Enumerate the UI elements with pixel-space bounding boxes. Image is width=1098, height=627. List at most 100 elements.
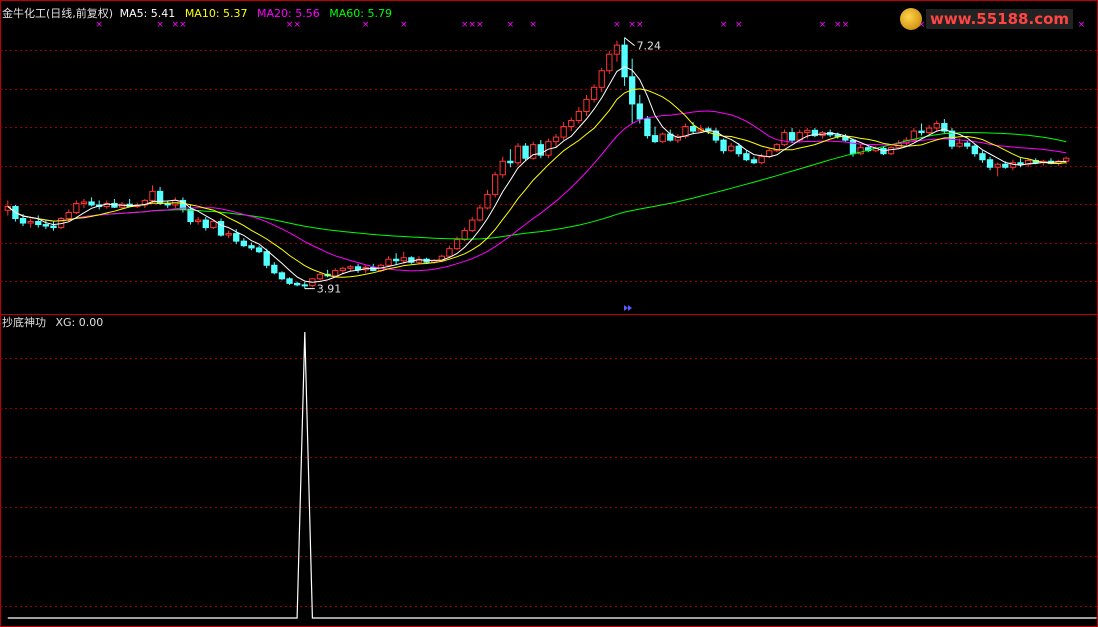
- candle-up: [385, 258, 392, 266]
- signal-marker: ×: [507, 20, 515, 30]
- signal-marker: ×: [156, 20, 164, 30]
- indicator-panel: [7, 331, 1097, 619]
- signal-marker: ×: [819, 20, 827, 30]
- candle-down: [964, 142, 971, 147]
- candle-down: [271, 264, 278, 274]
- candlesticks: [4, 37, 1070, 289]
- signal-marker: ×: [1078, 20, 1086, 30]
- candle-up: [225, 233, 232, 236]
- candle-down: [293, 282, 301, 286]
- candle-up: [461, 230, 468, 241]
- price-annotations: 7.24 3.91: [304, 37, 661, 296]
- ma5-label: MA5: 5.41: [119, 7, 176, 20]
- signal-marker: ×: [613, 20, 621, 30]
- candle-down: [918, 130, 925, 134]
- candle-down: [522, 145, 529, 159]
- candle-down: [50, 225, 57, 229]
- candle-down: [979, 153, 986, 161]
- signal-marker: ×: [400, 20, 408, 30]
- signal-marker: ×: [834, 20, 842, 30]
- indicator-value: XG: 0.00: [55, 316, 104, 329]
- candle-up: [994, 163, 1001, 168]
- candle-up: [598, 70, 605, 88]
- xg-line: [7, 331, 1097, 619]
- candle-down: [240, 240, 248, 247]
- ma60-label: MA60: 5.79: [329, 7, 392, 20]
- candle-up: [194, 219, 202, 223]
- candle-up: [552, 136, 560, 143]
- candle-down: [202, 219, 209, 229]
- candle-down: [248, 245, 255, 249]
- candle-up: [316, 273, 324, 280]
- scroll-arrow-icon: [624, 305, 632, 311]
- outer-border: [0, 0, 1098, 627]
- candle-up: [514, 145, 522, 164]
- signal-marker: ×: [95, 20, 103, 30]
- candle-up: [469, 219, 476, 232]
- candle-down: [286, 278, 293, 284]
- ma10-line: [7, 88, 1067, 278]
- grid-lines: [0, 0, 1098, 627]
- candle-down: [1002, 163, 1009, 168]
- ma20-label: MA20: 5.56: [257, 7, 320, 20]
- candle-down: [636, 103, 643, 120]
- signal-marker: ×: [529, 20, 537, 30]
- candle-down: [278, 272, 286, 280]
- candle-down: [1017, 162, 1024, 165]
- signal-marker: ×: [461, 20, 469, 30]
- signal-marker: ×: [735, 20, 743, 30]
- watermark-logo: www.55188.com: [900, 6, 1074, 32]
- candle-up: [613, 44, 621, 55]
- candle-up: [887, 147, 895, 155]
- candle-down: [263, 251, 270, 266]
- candle-up: [583, 98, 590, 112]
- candle-up: [758, 156, 765, 164]
- candle-down: [971, 145, 978, 155]
- stock-chart: ×××××××××××××××××××××××××××××× 7.243.91: [0, 0, 1098, 627]
- candle-up: [400, 257, 407, 262]
- indicator-title: 抄底神功: [2, 316, 46, 329]
- ma10-label: MA10: 5.37: [184, 7, 248, 20]
- indicator-header: 抄底神功 XG: 0.00: [2, 316, 103, 329]
- candle-down: [743, 153, 750, 161]
- candle-down: [35, 221, 42, 226]
- candle-up: [568, 120, 575, 128]
- candle-up: [347, 266, 354, 269]
- candle-down: [788, 132, 796, 141]
- candle-up: [27, 221, 34, 224]
- candle-up: [491, 174, 499, 195]
- candle-down: [19, 218, 27, 224]
- ma60-line: [7, 131, 1067, 240]
- signal-marker: ×: [720, 20, 728, 30]
- candle-up: [149, 190, 156, 201]
- chart-title: 金牛化工(日线,前复权): [2, 7, 114, 20]
- candle-down: [750, 159, 758, 164]
- signal-marker: ×: [179, 20, 187, 30]
- candle-up: [925, 127, 933, 134]
- candle-down: [507, 160, 514, 164]
- signal-marker: ×: [172, 20, 180, 30]
- signal-marker: ×: [286, 20, 294, 30]
- annotation-low: 3.91: [317, 283, 342, 296]
- candle-up: [956, 142, 963, 147]
- ma5-line: [7, 66, 1067, 283]
- candle-up: [210, 221, 217, 229]
- signal-marker: ×: [636, 20, 644, 30]
- signal-marker: ×: [469, 20, 477, 30]
- candle-down: [651, 135, 659, 143]
- candle-up: [727, 145, 735, 152]
- candle-up: [781, 132, 788, 146]
- candle-down: [88, 201, 95, 206]
- candle-down: [42, 224, 50, 227]
- candle-down: [621, 44, 628, 78]
- candle-up: [80, 201, 88, 204]
- candle-up: [446, 248, 453, 257]
- candle-up: [804, 129, 811, 134]
- signal-marker: ×: [476, 20, 484, 30]
- candle-up: [339, 267, 347, 272]
- candle-up: [575, 110, 583, 122]
- candle-down: [187, 208, 194, 223]
- candle-up: [484, 193, 491, 209]
- candle-down: [644, 118, 651, 137]
- candle-down: [720, 139, 727, 152]
